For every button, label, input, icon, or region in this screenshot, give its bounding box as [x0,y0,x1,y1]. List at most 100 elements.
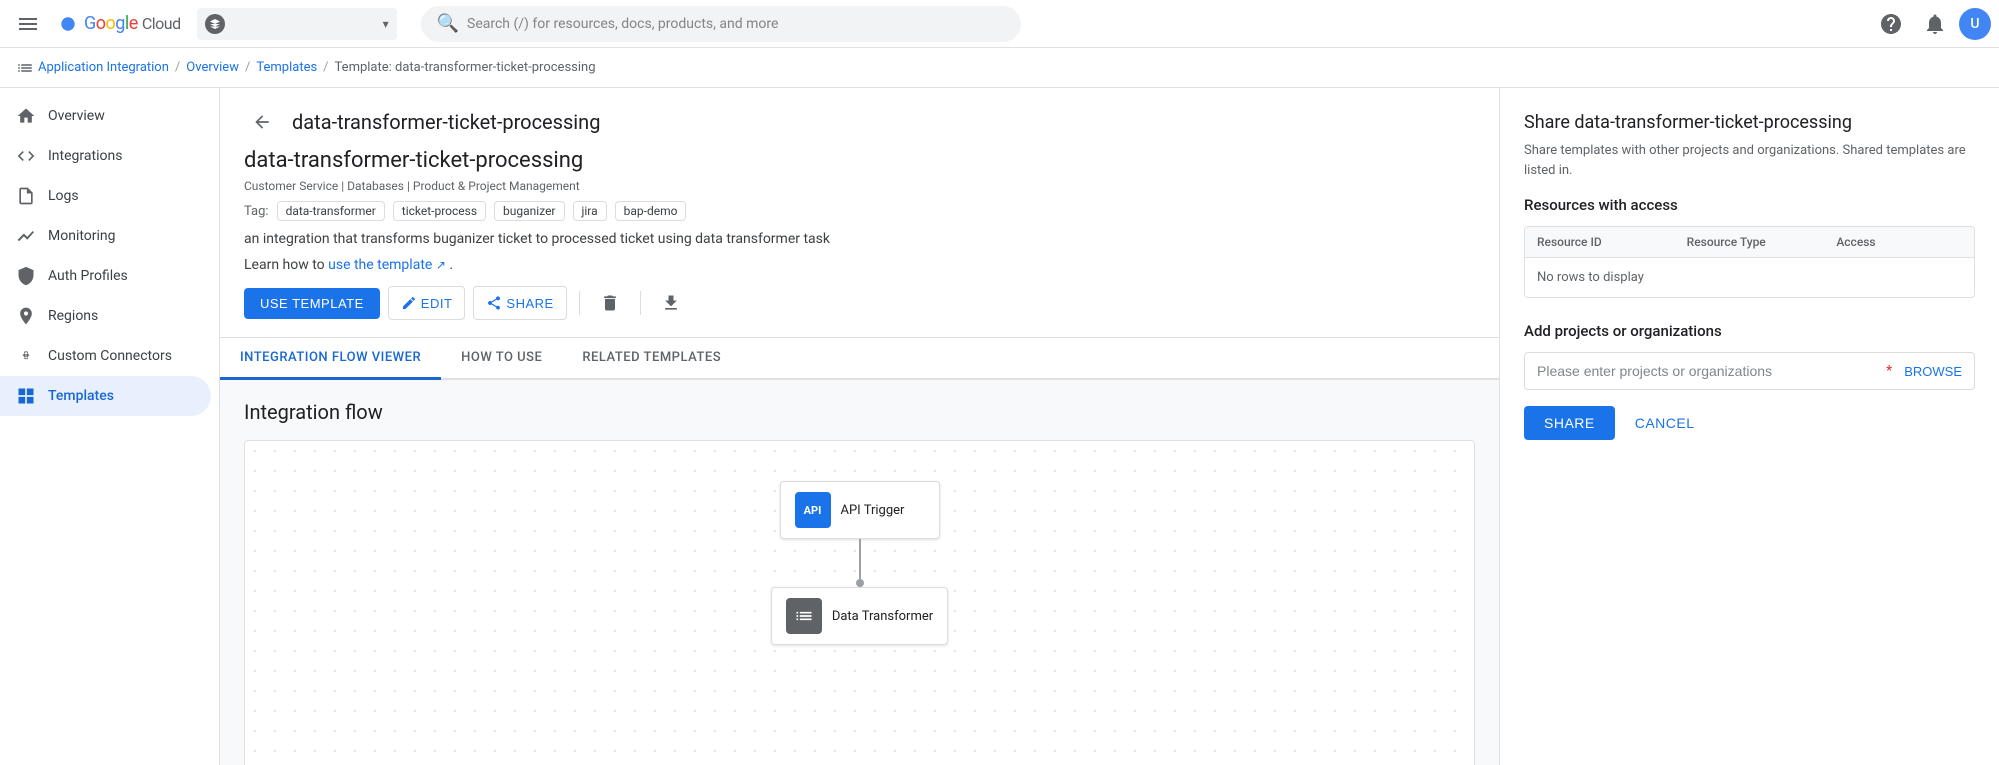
help-icon[interactable] [1871,4,1911,44]
breadcrumb-current: Template: data-transformer-ticket-proces… [335,60,596,75]
app-icon [16,59,34,77]
templates-icon [16,386,36,406]
panel-actions: SHARE CANCEL [1524,406,1975,440]
api-trigger-node[interactable]: API API Trigger [780,481,940,539]
user-avatar[interactable]: U [1959,8,1991,40]
projects-organizations-input[interactable] [1525,353,1884,389]
sidebar-item-templates[interactable]: Templates [0,376,211,416]
data-transformer-icon [786,598,822,634]
flow-canvas: API API Trigger Data Transformer [244,440,1475,765]
flow-title: Integration flow [244,400,1475,424]
breadcrumb-templates[interactable]: Templates [256,60,317,75]
flow-dot-1 [856,579,864,587]
template-header: data-transformer-ticket-processing data-… [220,88,1499,338]
sidebar-label-overview: Overview [48,108,105,124]
delete-button[interactable] [592,285,628,321]
breadcrumb-application-integration[interactable]: Application Integration [38,60,169,75]
resources-table-empty: No rows to display [1525,258,1974,297]
tabs: INTEGRATION FLOW VIEWER HOW TO USE RELAT… [220,338,1499,380]
tab-integration-flow-viewer[interactable]: INTEGRATION FLOW VIEWER [220,338,441,380]
panel-cancel-button[interactable]: CANCEL [1627,406,1703,440]
share-label: SHARE [506,296,553,311]
data-transformer-label: Data Transformer [832,609,933,624]
sidebar-label-auth-profiles: Auth Profiles [48,268,128,284]
learn-more-suffix: . [449,257,453,273]
tag-ticket-process: ticket-process [393,201,486,221]
search-bar[interactable]: 🔍 Search (/) for resources, docs, produc… [421,6,1021,42]
external-link-icon: ↗ [436,258,446,272]
delete-icon [600,293,620,313]
sidebar-item-integrations[interactable]: Integrations [0,136,211,176]
template-actions: USE TEMPLATE EDIT SHARE [244,285,1475,321]
sidebar-label-templates: Templates [48,388,114,404]
sidebar-item-custom-connectors[interactable]: Custom Connectors [0,336,211,376]
tag-data-transformer: data-transformer [277,201,385,221]
sidebar-label-logs: Logs [48,188,79,204]
tag-label: Tag: [244,204,269,219]
sidebar: Overview Integrations Logs Monitoring Au… [0,88,220,765]
regions-icon [16,306,36,326]
edit-button[interactable]: EDIT [388,286,466,320]
resource-type-header: Resource Type [1675,227,1825,257]
content-area: data-transformer-ticket-processing data-… [220,88,1499,765]
download-button[interactable] [653,285,689,321]
back-button[interactable] [244,104,280,140]
learn-more: Learn how to use the template ↗ . [244,257,1475,273]
sidebar-label-custom-connectors: Custom Connectors [48,348,172,364]
project-selector[interactable]: ▾ [197,8,397,40]
notifications-icon[interactable] [1915,4,1955,44]
project-dropdown-icon: ▾ [383,17,389,31]
use-template-button[interactable]: USE TEMPLATE [244,288,380,319]
data-transformer-node[interactable]: Data Transformer [771,587,948,645]
sidebar-label-monitoring: Monitoring [48,228,116,244]
share-panel-title: Share data-transformer-ticket-processing [1524,112,1975,133]
access-header: Access [1824,227,1974,257]
breadcrumb-overview[interactable]: Overview [186,60,239,75]
auth-icon [16,266,36,286]
search-placeholder-text: Search (/) for resources, docs, products… [467,16,1005,32]
browse-button[interactable]: BROWSE [1892,364,1974,379]
resource-id-header: Resource ID [1525,227,1675,257]
topbar-actions: U [1871,4,1991,44]
divider-2 [640,291,641,315]
breadcrumb-sep-2: / [245,60,250,75]
search-icon: 🔍 [437,13,459,34]
use-template-link[interactable]: use the template ↗ [328,257,449,273]
sidebar-label-integrations: Integrations [48,148,122,164]
edit-label: EDIT [421,296,453,311]
tag-jira: jira [573,201,607,221]
panel-share-button[interactable]: SHARE [1524,406,1615,440]
edit-icon [401,295,417,311]
share-panel-description: Share templates with other projects and … [1524,141,1975,180]
sidebar-item-regions[interactable]: Regions [0,296,211,336]
sidebar-item-overview[interactable]: Overview [0,96,211,136]
sidebar-item-auth-profiles[interactable]: Auth Profiles [0,256,211,296]
add-section-title: Add projects or organizations [1524,322,1975,340]
sidebar-item-logs[interactable]: Logs [0,176,211,216]
breadcrumb-sep-3: / [323,60,328,75]
share-button[interactable]: SHARE [473,286,566,320]
google-cloud-logo: Google Cloud [56,12,181,36]
template-tags: Tag: data-transformer ticket-process bug… [244,201,1475,221]
tab-related-templates[interactable]: RELATED TEMPLATES [562,338,741,380]
flow-connector-1 [859,539,861,579]
share-icon [486,295,502,311]
template-categories: Customer Service | Databases | Product &… [244,179,1475,193]
share-panel: Share data-transformer-ticket-processing… [1499,88,1999,765]
back-arrow-icon [252,112,272,132]
learn-more-link-text: use the template [328,257,432,273]
flow-area: Integration flow API API Trigger [220,380,1499,765]
resources-section-title: Resources with access [1524,196,1975,214]
tag-bap-demo: bap-demo [615,201,687,221]
project-icon [205,14,225,34]
sidebar-item-monitoring[interactable]: Monitoring [0,216,211,256]
resources-table: Resource ID Resource Type Access No rows… [1524,226,1975,298]
template-description: an integration that transforms buganizer… [244,231,1475,247]
download-icon [661,293,681,313]
menu-icon[interactable] [8,4,48,44]
tab-how-to-use[interactable]: HOW TO USE [441,338,562,380]
template-name: data-transformer-ticket-processing [244,148,1475,173]
integrations-icon [16,146,36,166]
learn-more-prefix: Learn how to [244,257,328,273]
topbar: Google Cloud ▾ 🔍 Search (/) for resource… [0,0,1999,48]
